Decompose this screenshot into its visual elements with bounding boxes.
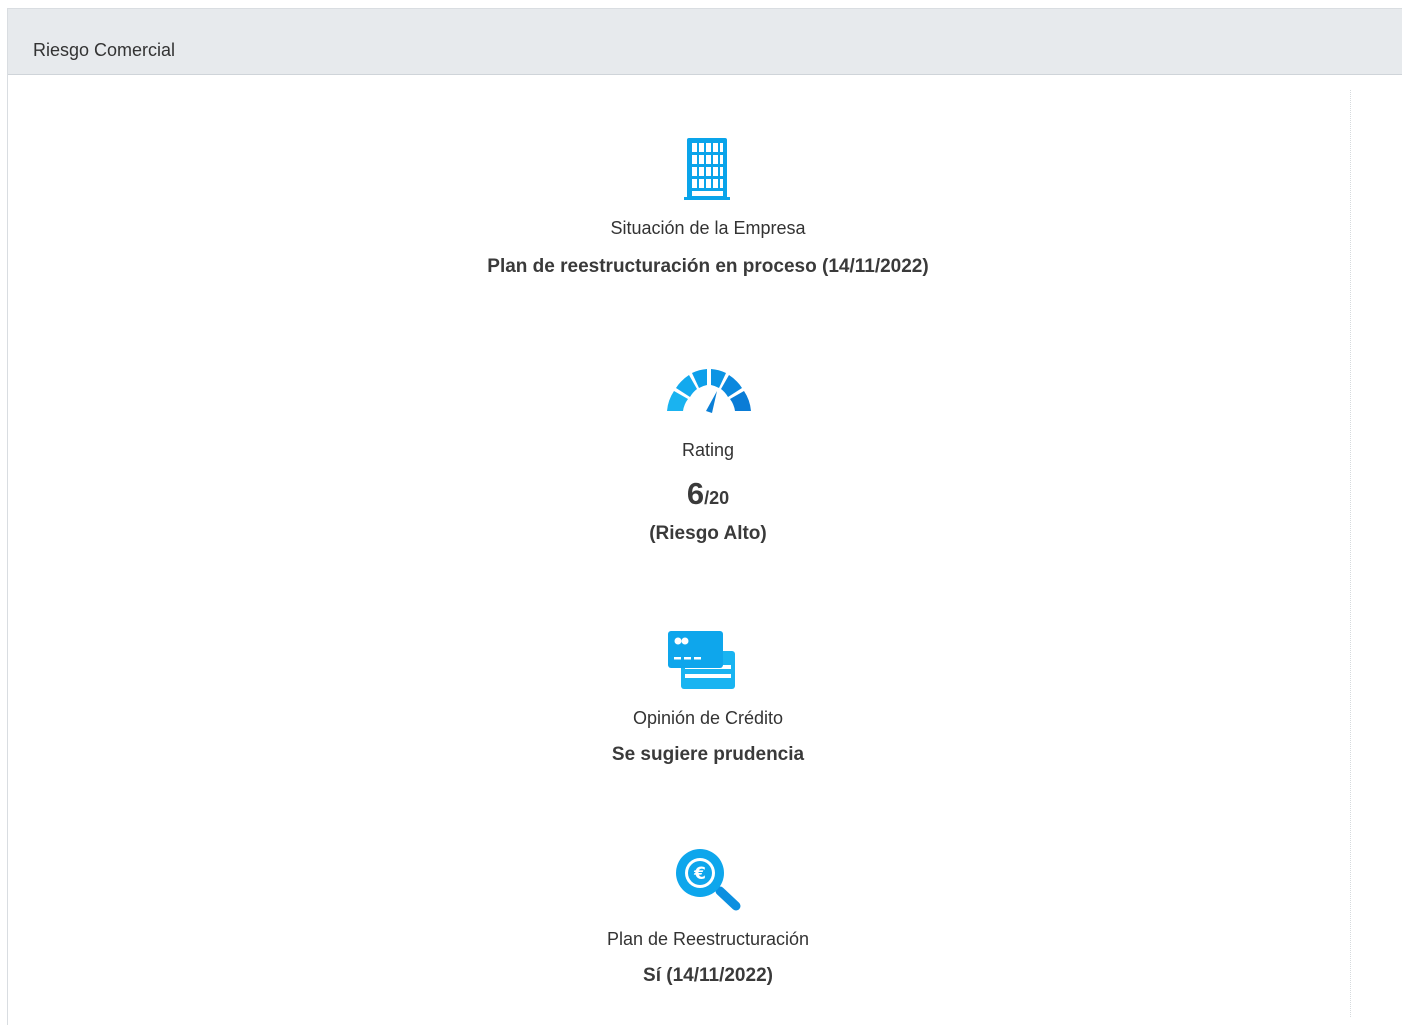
panel-header: Riesgo Comercial: [8, 9, 1402, 75]
rating-score: 6/20: [0, 476, 1402, 512]
rating-risk-level: (Riesgo Alto): [649, 523, 767, 544]
euro-search-icon: €: [676, 849, 741, 911]
restructuring-plan-value: Sí (14/11/2022): [643, 965, 773, 986]
credit-opinion-label: Opinión de Crédito: [632, 708, 784, 728]
svg-text:€: €: [693, 864, 706, 884]
building-icon: [684, 138, 730, 200]
credit-opinion-value: Se sugiere prudencia: [611, 744, 805, 765]
rating-score-value: 6: [686, 476, 705, 511]
rating-score-max: 20: [709, 488, 730, 508]
credit-cards-icon: [668, 631, 735, 689]
restructuring-plan-label: Plan de Reestructuración: [606, 929, 810, 949]
rating-label: Rating: [681, 440, 735, 460]
gauge-icon: [667, 369, 751, 413]
company-status-value: Plan de reestructuración en proceso (14/…: [487, 256, 929, 277]
panel-title: Riesgo Comercial: [33, 40, 176, 60]
company-status-label: Situación de la Empresa: [610, 218, 806, 238]
